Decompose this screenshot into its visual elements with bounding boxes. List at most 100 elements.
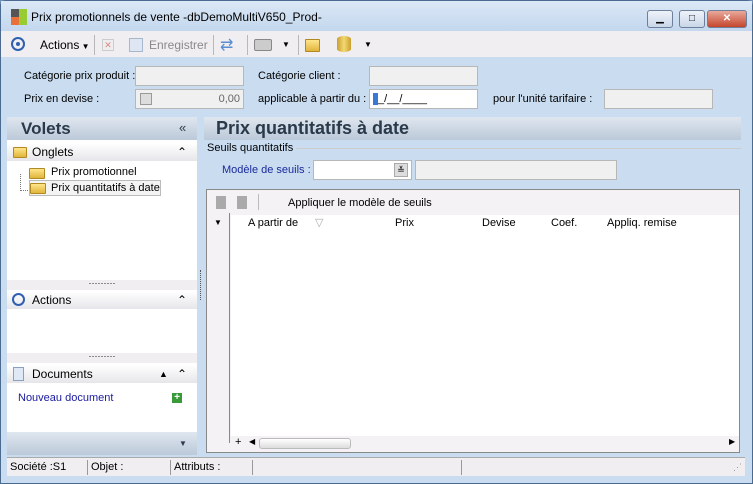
- modele-label: Modèle de seuils :: [222, 164, 311, 176]
- separator: [170, 460, 171, 475]
- column-header-devise[interactable]: Devise: [482, 215, 516, 231]
- documents-section-header[interactable]: Documents ▲ ⌃: [7, 365, 197, 383]
- group-label: Seuils quantitatifs: [207, 142, 294, 154]
- sidebar-footer: ▼: [7, 432, 197, 455]
- horizontal-scrollbar[interactable]: ◀ ▶: [249, 437, 739, 450]
- save-icon[interactable]: [129, 38, 143, 52]
- resize-grip-icon[interactable]: ⋰: [733, 458, 742, 476]
- column-header-prix[interactable]: Prix: [395, 215, 414, 231]
- categorie-prix-produit-field[interactable]: [135, 66, 244, 86]
- prix-en-devise-label: Prix en devise :: [24, 93, 100, 105]
- close-button[interactable]: ✕: [707, 10, 747, 28]
- tree-item-label: Prix quantitatifs à date: [51, 182, 160, 194]
- date-value: _/__/____: [378, 93, 427, 105]
- maximize-button[interactable]: □: [679, 10, 705, 28]
- minimize-button[interactable]: ▁: [647, 10, 673, 28]
- column-header-a-partir-de[interactable]: A partir de: [248, 215, 298, 231]
- unite-tarifaire-field[interactable]: [604, 89, 713, 109]
- actions-menu-button[interactable]: Actions ▼: [40, 35, 90, 55]
- open-folder-icon: [30, 183, 46, 194]
- add-document-icon[interactable]: +: [172, 393, 182, 403]
- categorie-client-label: Catégorie client :: [258, 70, 341, 82]
- collapse-sidebar-button[interactable]: «: [179, 120, 186, 135]
- toolbar: Actions ▼ ✕ Enregistrer ⇄ ▼ ▼: [1, 31, 752, 57]
- prix-value: 0,00: [218, 93, 240, 105]
- delete-icon[interactable]: ✕: [102, 39, 114, 51]
- onglets-section-header[interactable]: Onglets ⌃: [7, 143, 197, 161]
- modele-select[interactable]: ≚: [313, 160, 412, 180]
- sort-icon[interactable]: ▽: [315, 215, 323, 231]
- separator: [247, 35, 248, 55]
- add-row-button[interactable]: +: [235, 436, 241, 448]
- applicable-label: applicable à partir du :: [258, 93, 367, 105]
- sidebar-splitter[interactable]: [200, 270, 202, 300]
- actions-section-header[interactable]: Actions ⌃: [7, 291, 197, 309]
- sidebar-title: Volets: [21, 119, 71, 138]
- collapse-chevron-icon[interactable]: ⌃: [177, 143, 187, 161]
- separator: [87, 460, 88, 475]
- actions-label: Actions: [40, 38, 80, 52]
- tree-item-prix-quantitatifs[interactable]: Prix quantitatifs à date: [29, 180, 161, 196]
- document-icon: [13, 367, 24, 381]
- tree-item-label: Prix promotionnel: [51, 166, 137, 178]
- status-attributs: Attributs :: [174, 461, 221, 473]
- new-document-link[interactable]: Nouveau document: [18, 392, 113, 404]
- folder-icon: [13, 147, 27, 158]
- unite-tarifaire-label: pour l'unité tarifaire :: [493, 93, 593, 105]
- status-objet: Objet :: [91, 461, 124, 473]
- actions-circle-icon: [11, 37, 25, 51]
- print-icon[interactable]: [254, 39, 272, 51]
- separator: [258, 194, 259, 210]
- double-chevron-down-icon[interactable]: ≚: [394, 163, 408, 177]
- window-title: Prix promotionnels de vente -dbDemoMulti…: [31, 10, 322, 24]
- chevron-down-icon: ▼: [79, 42, 90, 51]
- actions-title: Actions: [32, 293, 72, 307]
- scroll-left-icon[interactable]: ◀: [249, 437, 255, 446]
- separator: [213, 35, 214, 55]
- apply-model-button[interactable]: Appliquer le modèle de seuils: [288, 197, 432, 209]
- column-header-appliq-remise[interactable]: Appliq. remise: [607, 215, 677, 231]
- title-bar[interactable]: Prix promotionnels de vente -dbDemoMulti…: [1, 1, 752, 31]
- categorie-prix-produit-label: Catégorie prix produit :: [24, 70, 136, 82]
- column-header-coef[interactable]: Coef.: [551, 215, 577, 231]
- modele-description-field: [415, 160, 617, 180]
- database-dropdown-icon[interactable]: ▼: [364, 40, 372, 49]
- apply-model-label: Appliquer le modèle de seuils: [288, 197, 432, 209]
- delete-row-icon[interactable]: [237, 196, 247, 209]
- new-row-icon[interactable]: [216, 196, 226, 209]
- scroll-right-icon[interactable]: ▶: [729, 437, 735, 446]
- collapse-chevron-icon[interactable]: ⌃: [177, 365, 187, 383]
- prix-en-devise-field[interactable]: 0,00: [135, 89, 244, 109]
- row-selector-column: [207, 213, 230, 443]
- sidebar: Volets « Onglets ⌃ Prix promotionnel Pri…: [7, 117, 197, 455]
- grid-body[interactable]: [231, 231, 739, 436]
- categorie-client-field[interactable]: [369, 66, 478, 86]
- separator: [252, 460, 253, 475]
- separator: [94, 35, 95, 55]
- group-line: [296, 148, 741, 149]
- collapse-chevron-icon[interactable]: ⌃: [177, 291, 187, 309]
- folder-icon[interactable]: [305, 39, 320, 52]
- status-bar: Société :S1 Objet : Attributs : ⋰: [7, 457, 745, 476]
- actions-circle-icon: [12, 293, 25, 306]
- status-societe: Société :S1: [10, 461, 67, 473]
- splitter-handle[interactable]: ·········: [7, 279, 197, 290]
- grid-menu-icon[interactable]: ▼: [214, 218, 222, 227]
- splitter-handle[interactable]: ·········: [7, 352, 197, 363]
- print-dropdown-icon[interactable]: ▼: [282, 40, 290, 49]
- onglets-title: Onglets: [32, 145, 74, 159]
- main-header: Prix quantitatifs à date: [204, 117, 741, 140]
- applicable-date-field[interactable]: _/__/____: [369, 89, 478, 109]
- separator: [461, 460, 462, 475]
- currency-checkbox[interactable]: [140, 93, 152, 105]
- refresh-icon[interactable]: ⇄: [220, 35, 233, 55]
- folder-icon: [29, 168, 45, 179]
- scrollbar-thumb[interactable]: [259, 438, 351, 449]
- chevron-down-icon[interactable]: ▼: [179, 439, 187, 448]
- grid-header: A partir de ▽ Prix Devise Coef. Appliq. …: [231, 215, 739, 231]
- sidebar-header: Volets «: [7, 117, 197, 140]
- database-icon[interactable]: [337, 36, 351, 52]
- thresholds-grid: Appliquer le modèle de seuils ▼ A partir…: [206, 189, 740, 453]
- save-button[interactable]: Enregistrer: [149, 35, 208, 55]
- chevron-up-icon[interactable]: ▲: [159, 365, 168, 383]
